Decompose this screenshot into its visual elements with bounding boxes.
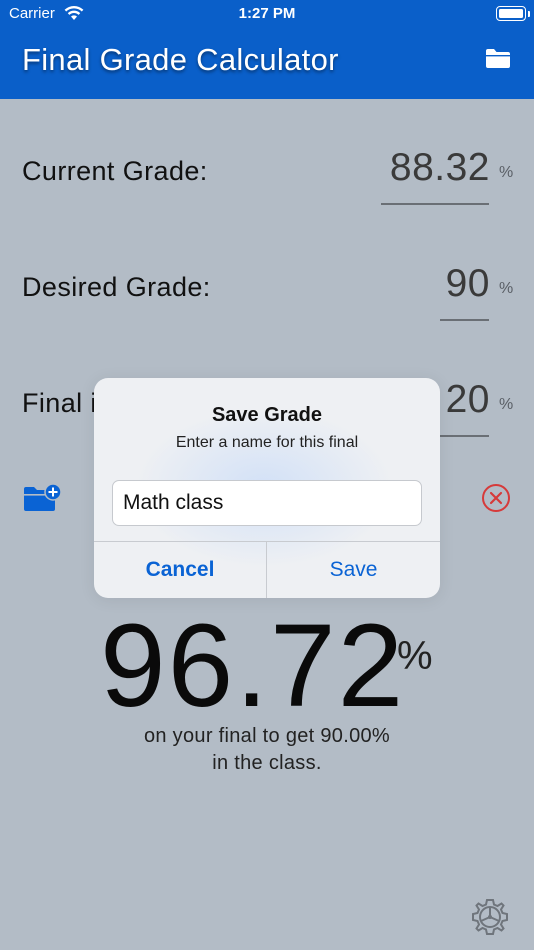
current-grade-field[interactable]: 88.32 xyxy=(372,146,490,190)
current-grade-underline xyxy=(381,203,489,205)
battery-icon xyxy=(496,6,526,21)
folder-add-icon[interactable] xyxy=(23,483,63,513)
cancel-button[interactable]: Cancel xyxy=(94,542,266,598)
result-value: 96.72 xyxy=(100,600,406,732)
save-grade-dialog: Save Grade Enter a name for this final C… xyxy=(94,378,440,598)
dialog-title: Save Grade xyxy=(211,404,323,426)
clock: 1:27 PM xyxy=(238,5,296,22)
nav-bar: Final Grade Calculator xyxy=(0,28,534,99)
gear-icon[interactable] xyxy=(470,897,510,937)
current-grade-unit: % xyxy=(499,164,514,181)
result-caption-line1: on your final to get 90.00% xyxy=(143,725,391,747)
desired-grade-field[interactable]: 90 xyxy=(420,262,490,306)
result-unit: % xyxy=(397,634,433,678)
final-weight-unit: % xyxy=(499,396,514,413)
dialog-message: Enter a name for this final xyxy=(175,434,359,451)
current-grade-label: Current Grade: xyxy=(22,156,208,186)
final-name-input[interactable] xyxy=(112,480,422,526)
final-weight-underline xyxy=(440,435,489,437)
desired-grade-label: Desired Grade: xyxy=(22,272,211,302)
save-button[interactable]: Save xyxy=(267,542,440,598)
clear-icon[interactable] xyxy=(481,483,511,513)
battery-tip xyxy=(528,11,530,17)
desired-grade-underline xyxy=(440,319,489,321)
status-bar: Carrier 1:27 PM xyxy=(0,0,534,28)
result-caption-line2: in the class. xyxy=(212,752,322,774)
final-weight-label: Final i xyxy=(22,388,97,418)
folder-icon[interactable] xyxy=(484,46,512,70)
desired-grade-unit: % xyxy=(499,280,514,297)
page-title: Final Grade Calculator xyxy=(22,42,339,77)
